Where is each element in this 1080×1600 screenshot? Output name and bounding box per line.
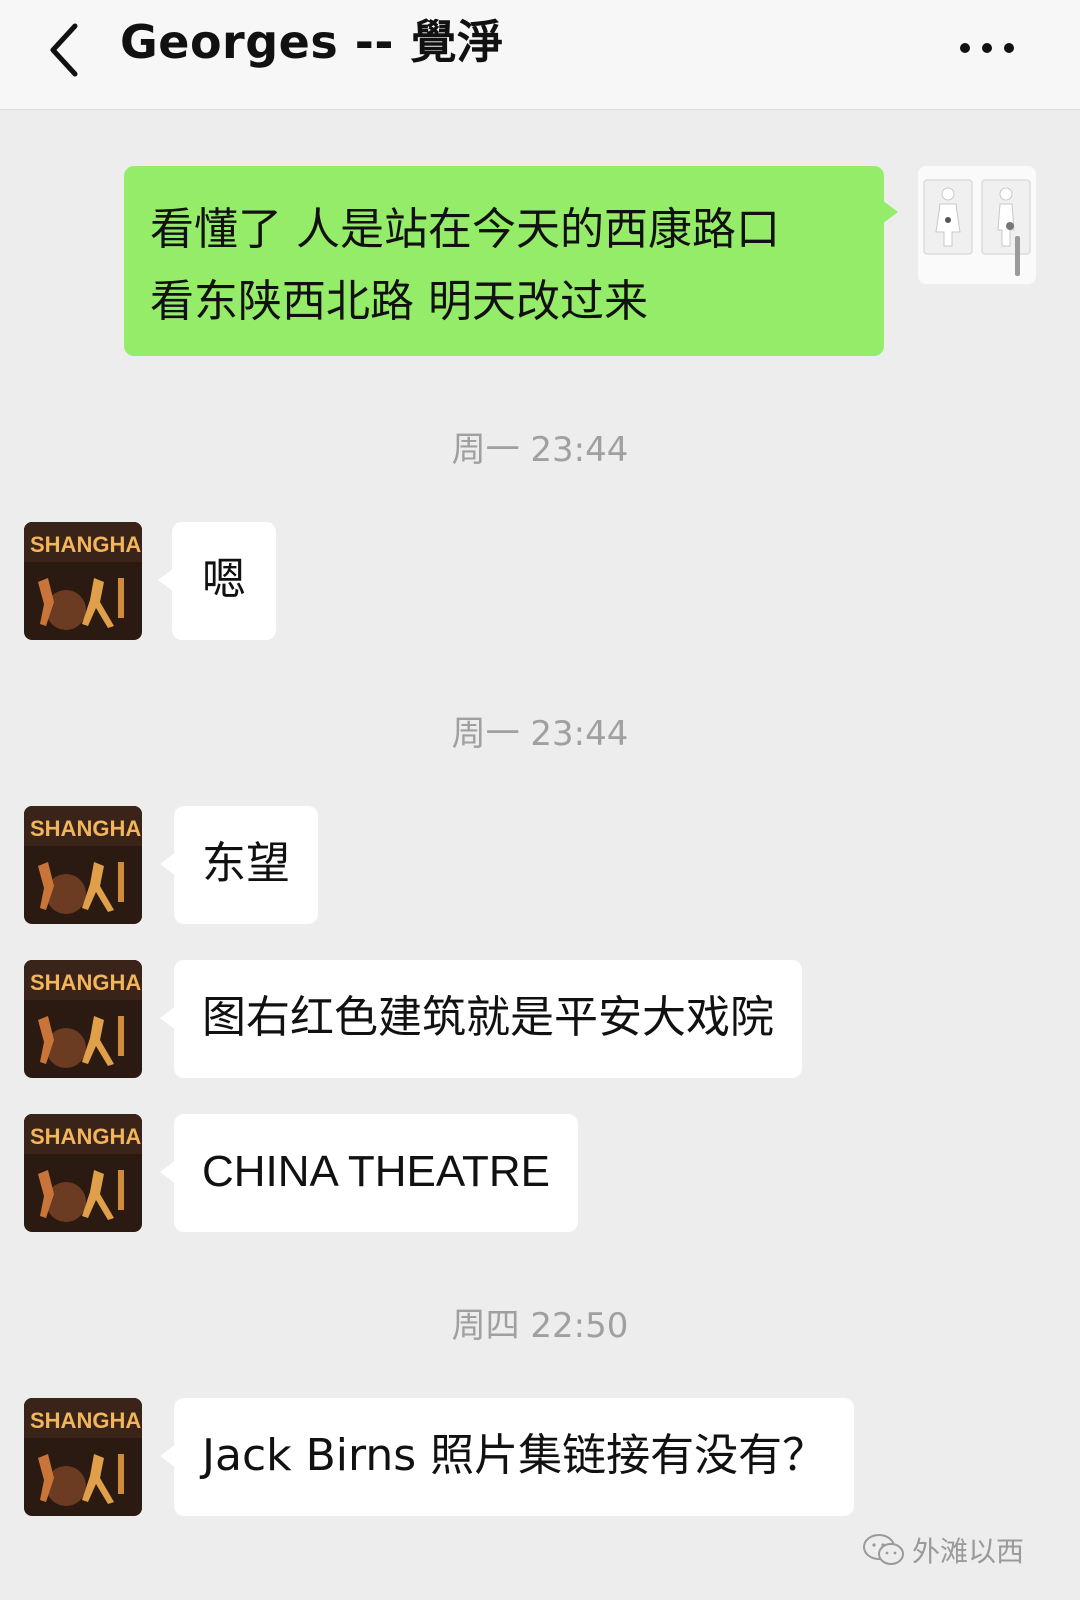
received-message-bubble[interactable]: Jack Birns 照片集链接有没有？ [159,1398,855,1516]
shanghai-poster-image: SHANGHAI [24,522,142,640]
received-message-bubble[interactable]: 图右红色建筑就是平安大戏院 [160,960,802,1078]
sent-message-bubble[interactable]: 看懂了 人是站在今天的西康路口 看东陕西北路 明天改过来 [124,166,898,356]
contact-avatar[interactable]: SHANGHAI [24,1114,142,1232]
watermark-text: 外滩以西 [911,1535,1024,1568]
chevron-left-icon [50,23,78,77]
received-message-bubble[interactable]: CHINA THEATRE [160,1114,578,1232]
shanghai-poster-image: SHANGHAI [24,806,142,924]
received-message-bubble[interactable]: 嗯 [158,522,276,640]
more-options-button[interactable] [942,18,1032,78]
my-avatar[interactable] [918,166,1036,284]
message-line: 看懂了 人是站在今天的西康路口 [150,204,780,255]
message-text: 嗯 [202,554,246,605]
message-text: 图右红色建筑就是平安大戏院 [202,992,774,1043]
chat-header: Georges -- 覺淨 [0,0,1080,110]
restroom-sign-image [918,166,1036,284]
wechat-icon [862,1534,904,1565]
shanghai-poster-image: SHANGHAI [24,960,142,1078]
avatar-label: SHANGHAI [30,816,142,841]
shanghai-poster-image: SHANGHAI [24,1114,142,1232]
message-text: 东望 [202,838,290,889]
avatar-label: SHANGHAI [30,1408,142,1433]
shanghai-poster-image: SHANGHAI [24,1398,142,1516]
avatar-label: SHANGHAI [30,1124,142,1149]
message-timestamp: 周四 22:50 [451,1306,629,1346]
message-timestamp: 周一 23:44 [451,714,629,754]
contact-avatar[interactable]: SHANGHAI [24,1398,142,1516]
contact-avatar[interactable]: SHANGHAI [24,522,142,640]
message-text: CHINA THEATRE [202,1147,550,1196]
back-button[interactable] [30,10,100,90]
avatar-label: SHANGHAI [30,970,142,995]
avatar-label: SHANGHAI [30,532,142,557]
message-timestamp: 周一 23:44 [451,430,629,470]
contact-avatar[interactable]: SHANGHAI [24,960,142,1078]
chat-title: Georges -- 覺淨 [120,15,504,69]
contact-avatar[interactable]: SHANGHAI [24,806,142,924]
message-text: Jack Birns 照片集链接有没有？ [202,1430,827,1481]
received-message-bubble[interactable]: 东望 [160,806,318,924]
watermark: 外滩以西 [862,1530,1024,1570]
message-line: 看东陕西北路 明天改过来 [150,276,648,327]
more-dots-icon [960,43,1014,53]
